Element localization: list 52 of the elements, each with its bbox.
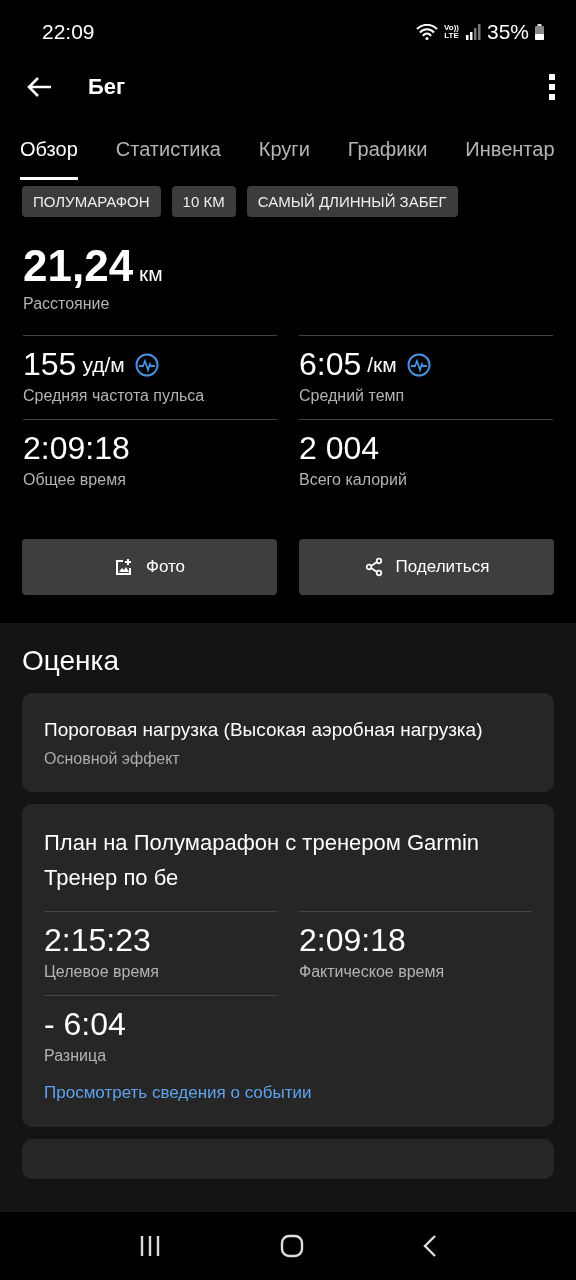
metric-label: Средняя частота пульса [23,387,206,405]
distance-value: 21,24 [23,241,134,290]
tag: 10 КМ [171,186,236,217]
screen-title: Бег [88,74,127,100]
recent-apps-icon[interactable] [139,1235,162,1257]
tab[interactable]: Графики [347,138,428,180]
stat-label: Целевое время [44,962,160,981]
metric-unit: /км [367,352,397,377]
activity-icon[interactable] [134,352,159,377]
tag: ПОЛУМАРАФОН [22,186,161,217]
plan-title: План на Полумарафон с тренером Garmin [44,829,481,858]
distance-unit: км [139,262,163,285]
home-icon[interactable] [280,1234,304,1258]
share-button[interactable]: Поделиться [299,539,554,595]
back-arrow-icon[interactable] [26,76,52,98]
stat-value: 2:09:18 [299,921,406,958]
status-time: 22:09 [42,20,95,44]
stat-value: - 6:04 [44,1005,126,1042]
metric-value: 2 004 [299,430,380,467]
event-details-link[interactable]: Просмотреть сведения о событии [44,1082,312,1103]
metric-label: Всего калорий [299,471,408,489]
tab[interactable]: Инвентар [465,138,555,180]
wifi-icon [416,24,438,40]
more-menu-icon[interactable] [548,74,556,100]
tab[interactable]: Круги [258,138,310,180]
stat-value: 2:15:23 [44,921,151,958]
stat-label: Разница [44,1046,108,1065]
metric-value: 6:05 [299,346,362,383]
plan-subtitle: Тренер по бе [44,863,180,892]
back-icon[interactable] [422,1234,437,1258]
metric-value: 2:09:18 [23,430,130,467]
volte-indicator: Vo)) LTE [444,24,459,40]
stat-label: Фактическое время [299,962,446,981]
activity-icon[interactable] [406,352,431,377]
share-icon [363,557,384,577]
effect-card[interactable]: Пороговая нагрузка (Высокая аэробная нагрузка) Основной эффект [22,693,554,793]
signal-icon [464,24,481,40]
add-photo-icon [113,557,134,577]
battery-icon [535,24,544,40]
metric-label: Средний темп [299,387,406,405]
metric-value: 155 [23,346,77,383]
section-title: Оценка [22,645,120,677]
effect-subtitle: Основной эффект [44,750,181,769]
battery-percent: 35% [486,20,529,44]
tab[interactable]: Обзор [20,138,78,180]
metric-label: Общее время [23,471,127,489]
tab[interactable]: Статистика [115,138,221,180]
metric-unit: уд/м [82,352,125,377]
distance-label: Расстояние [23,295,111,313]
tag: САМЫЙ ДЛИННЫЙ ЗАБЕГ [246,186,458,217]
photo-button[interactable]: Фото [22,539,277,595]
effect-title: Пороговая нагрузка (Высокая аэробная нагрузка) [44,718,484,742]
